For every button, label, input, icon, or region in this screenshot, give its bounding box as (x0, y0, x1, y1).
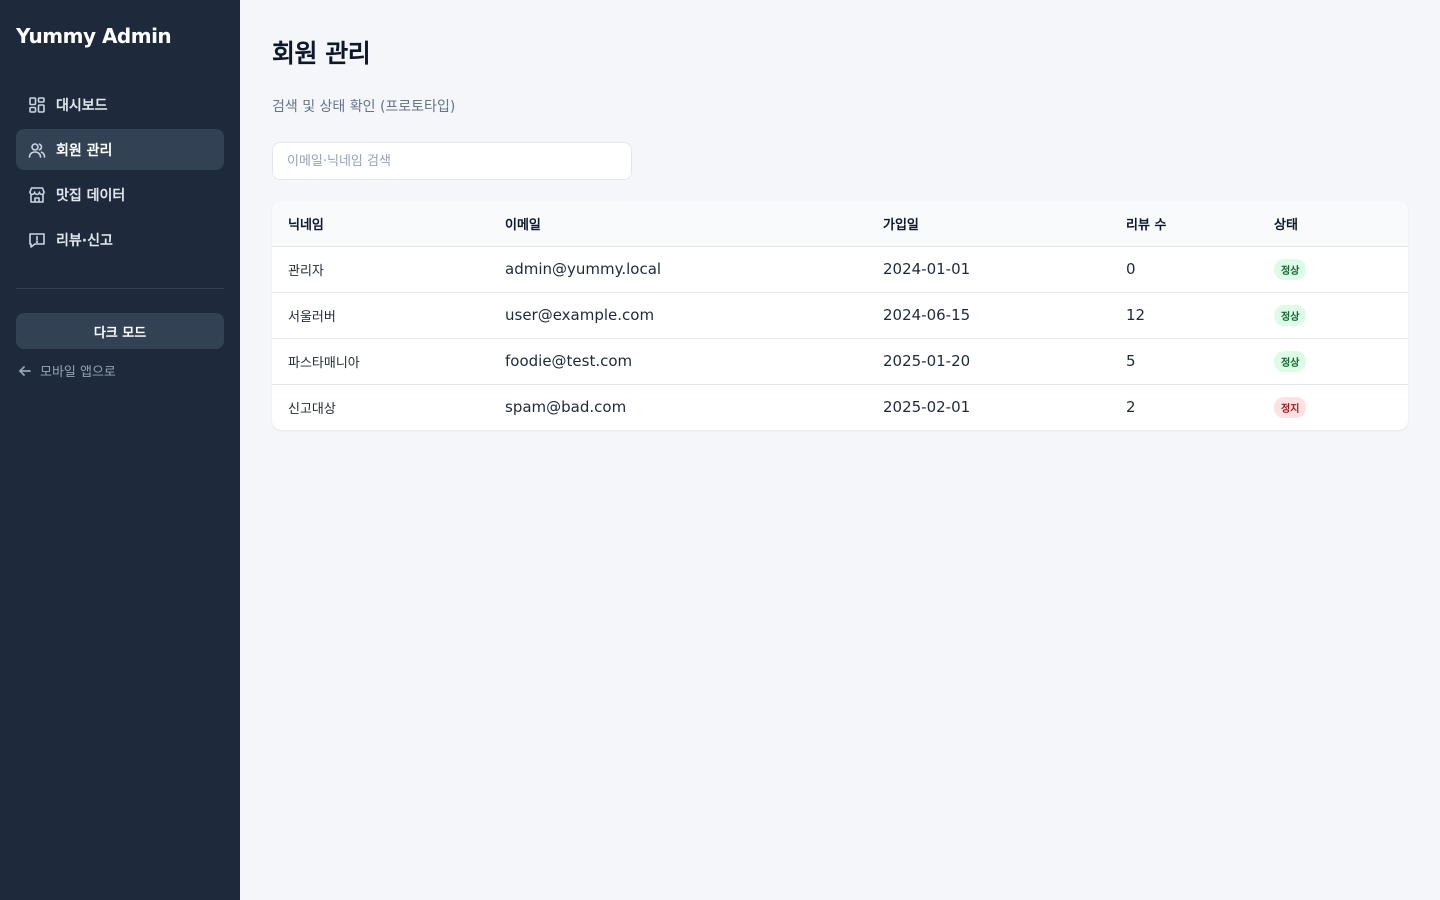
dark-mode-button[interactable]: 다크 모드 (16, 313, 224, 349)
cell-email: foodie@test.com (489, 338, 867, 385)
search-input[interactable] (272, 142, 632, 180)
sidebar-divider (16, 288, 224, 289)
brand-logo: Yummy Admin (16, 24, 172, 48)
dashboard-grid-icon (28, 96, 46, 114)
cell-reviews: 12 (1110, 292, 1258, 339)
cell-email: user@example.com (489, 292, 867, 339)
sidebar-item-members[interactable]: 회원 관리 (16, 129, 224, 170)
cell-email: spam@bad.com (505, 398, 627, 417)
sidebar-item-restaurants[interactable]: 맛집 데이터 (16, 174, 224, 215)
store-icon (28, 186, 46, 204)
status-badge: 정상 (1274, 258, 1307, 280)
message-alert-icon (28, 231, 46, 249)
sidebar-item-label: 회원 관리 (56, 142, 113, 159)
column-header-joined: 가입일 (867, 201, 1110, 247)
cell-reviews: 5 (1110, 338, 1258, 385)
table-header-row: 닉네임 이메일 가입일 리뷰 수 상태 (272, 201, 1408, 247)
members-table: 닉네임 이메일 가입일 리뷰 수 상태 관리자 admin@yummy.loca… (272, 201, 1408, 430)
cell-joined: 2025-01-20 (867, 338, 1110, 385)
users-icon (28, 141, 46, 159)
sidebar-item-label: 리뷰·신고 (56, 232, 113, 249)
column-header-email: 이메일 (489, 201, 867, 247)
page-title: 회원 관리 (272, 39, 371, 68)
column-header-nickname: 닉네임 (272, 201, 489, 247)
back-link-label: 모바일 앱으로 (40, 365, 116, 380)
status-badge: 정상 (1274, 304, 1307, 326)
cell-nickname: 서울러버 (272, 292, 489, 339)
table-row[interactable]: 서울러버 user@example.com 2024-06-15 12 정상 (272, 292, 1408, 339)
table-row[interactable]: 관리자 admin@yummy.local 2024-01-01 0 정상 (272, 246, 1408, 293)
cell-nickname: 관리자 (272, 246, 489, 293)
sidebar-nav: 대시보드 회원 관리 맛집 데이터 리뷰·신고 (16, 84, 224, 260)
column-header-reviews: 리뷰 수 (1110, 201, 1258, 247)
sidebar: Yummy Admin 대시보드 회원 관리 맛집 데이터 리뷰·신고 다크 모… (0, 0, 240, 900)
sidebar-item-reviews-reports[interactable]: 리뷰·신고 (16, 219, 224, 260)
cell-reviews: 0 (1110, 246, 1258, 293)
sidebar-item-label: 대시보드 (56, 97, 108, 114)
cell-joined: 2024-01-01 (867, 246, 1110, 293)
members-table-card: 닉네임 이메일 가입일 리뷰 수 상태 관리자 admin@yummy.loca… (272, 201, 1408, 430)
main-content: 회원 관리 검색 및 상태 확인 (프로토타입) 닉네임 이메일 가입일 리뷰 … (240, 0, 1440, 900)
column-header-status: 상태 (1258, 201, 1408, 247)
arrow-left-icon (19, 365, 31, 376)
cell-status: 정상 (1258, 246, 1408, 293)
cell-reviews: 2 (1126, 398, 1136, 417)
status-badge: 정상 (1274, 350, 1307, 372)
cell-status: 정상 (1258, 292, 1408, 339)
cell-email: admin@yummy.local (489, 246, 867, 293)
sidebar-item-label: 맛집 데이터 (56, 187, 126, 204)
status-badge: 정지 (1274, 396, 1307, 418)
table-row[interactable]: 파스타매니아 foodie@test.com 2025-01-20 5 정상 (272, 338, 1408, 385)
cell-joined: 2024-06-15 (867, 292, 1110, 339)
cell-status: 정지 (1258, 384, 1408, 430)
back-to-mobile-link[interactable]: 모바일 앱으로 (16, 361, 224, 380)
cell-nickname: 신고대상 (288, 401, 336, 417)
cell-nickname: 파스타매니아 (272, 338, 489, 385)
cell-status: 정상 (1258, 338, 1408, 385)
sidebar-item-dashboard[interactable]: 대시보드 (16, 84, 224, 125)
cell-joined: 2025-02-01 (883, 398, 971, 417)
page-subtitle: 검색 및 상태 확인 (프로토타입) (272, 99, 456, 115)
table-row[interactable]: 신고대상 spam@bad.com 2025-02-01 2 정지 (272, 384, 1408, 430)
